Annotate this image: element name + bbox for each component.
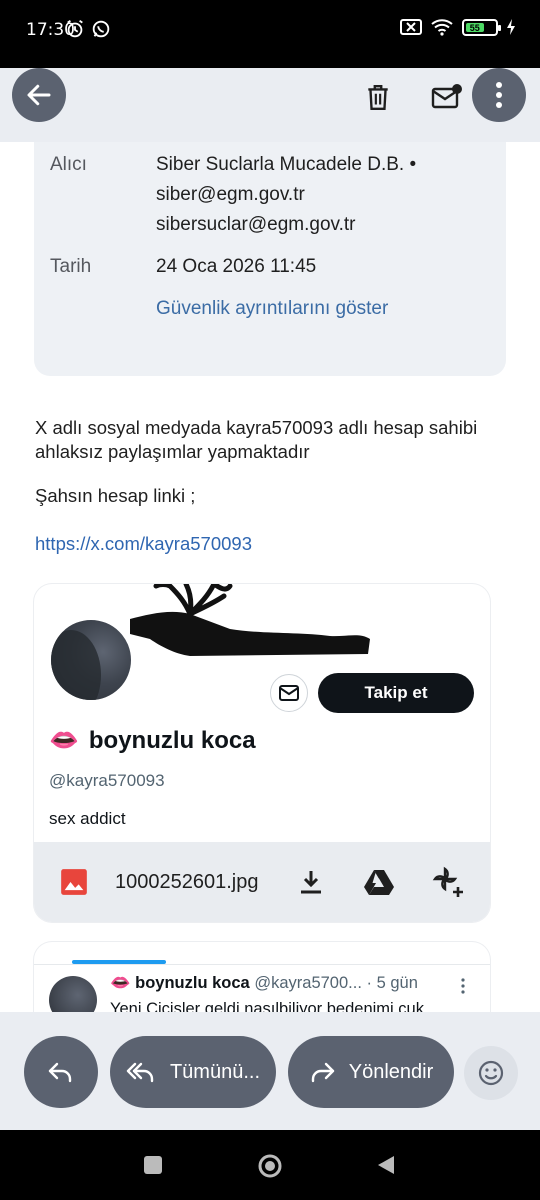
home-button[interactable] — [256, 1154, 284, 1182]
mark-unread-button[interactable] — [430, 80, 464, 114]
alarm-icon — [67, 19, 83, 38]
forward-icon — [311, 1062, 334, 1083]
no-sim-icon — [400, 19, 422, 35]
email-toolbar — [0, 68, 540, 142]
back-nav-button[interactable] — [374, 1154, 396, 1176]
save-to-drive-button[interactable] — [361, 864, 397, 900]
email-content[interactable]: Alıcı Siber Suclarla Mucadele D.B. • sib… — [0, 142, 540, 1012]
add-to-photos-button[interactable] — [430, 864, 466, 900]
tweet-more-icon[interactable] — [460, 978, 466, 994]
reply-action-bar: Tümünü... Yönlendir — [0, 1012, 540, 1130]
charging-icon — [507, 19, 515, 35]
forward-label: Yönlendir — [348, 1060, 434, 1083]
more-options-button[interactable] — [472, 68, 526, 122]
image-icon — [61, 869, 87, 895]
status-bar: 17:30 55 — [0, 0, 540, 68]
tweet-handle: @kayra5700... — [254, 974, 362, 992]
attachment-bar[interactable]: 1000252601.jpg — [34, 842, 490, 922]
attachment-filename: 1000252601.jpg — [115, 871, 259, 893]
trash-icon — [368, 85, 388, 111]
profile-handle: @kayra570093 — [49, 771, 165, 790]
more-vert-icon — [496, 82, 502, 108]
delete-button[interactable] — [361, 80, 395, 114]
download-icon — [301, 871, 321, 894]
recipient-email-2: sibersuclar@egm.gov.tr — [156, 214, 356, 235]
reply-all-icon — [126, 1062, 154, 1083]
back-button[interactable] — [12, 68, 66, 122]
tweet-avatar — [49, 976, 97, 1012]
profile-name: 👄 boynuzlu koca — [49, 726, 256, 755]
profile-display-name: boynuzlu koca — [88, 726, 256, 754]
tab-separator — [34, 964, 490, 965]
system-nav-bar — [0, 1130, 540, 1200]
body-line-3: Şahsın hesap linki ; — [35, 485, 196, 506]
lips-emoji: 👄 — [49, 727, 79, 754]
date-value: 24 Oca 2026 11:45 — [156, 256, 317, 277]
security-details-link[interactable]: Güvenlik ayrıntılarını göster — [156, 298, 388, 320]
deer-banner-image — [130, 584, 370, 656]
recipient-email-1: siber@egm.gov.tr — [156, 184, 305, 205]
recents-button[interactable] — [142, 1154, 164, 1176]
email-details-card: Alıcı Siber Suclarla Mucadele D.B. • sib… — [34, 142, 506, 376]
recipient-label: Alıcı — [50, 154, 87, 175]
reply-button[interactable] — [24, 1036, 98, 1108]
pinwheel-icon — [432, 866, 463, 897]
emoji-reaction-button[interactable] — [464, 1046, 518, 1100]
x-profile-card[interactable]: Takip et 👄 boynuzlu koca @kayra570093 se… — [34, 584, 490, 922]
whatsapp-icon — [92, 20, 110, 38]
profile-bio: sex addict — [49, 809, 126, 828]
tweet-author: boynuzlu koca — [135, 974, 250, 992]
reply-all-label: Tümünü... — [169, 1060, 261, 1083]
arrow-left-icon — [27, 84, 51, 106]
drive-icon — [364, 870, 394, 895]
follow-button[interactable]: Takip et — [318, 673, 474, 713]
wifi-icon — [431, 19, 453, 36]
tweet-header: 👄 boynuzlu koca @kayra5700... · 5 gün — [110, 974, 418, 993]
tweet-text: Yeni Cicisler geldi nasılbiliyor bedenim… — [110, 1000, 424, 1012]
recipient-name: Siber Suclarla Mucadele D.B. • — [156, 154, 417, 175]
download-button[interactable] — [293, 864, 329, 900]
forward-button[interactable]: Yönlendir — [288, 1036, 454, 1108]
tweet-age: · 5 gün — [366, 974, 418, 992]
reply-all-button[interactable]: Tümünü... — [110, 1036, 276, 1108]
mail-unread-icon — [431, 84, 462, 109]
message-button[interactable] — [270, 674, 308, 712]
battery-indicator: 55 — [462, 18, 501, 36]
reply-icon — [48, 1062, 72, 1083]
body-line-1: X adlı sosyal medyada kayra570093 adlı h… — [35, 417, 478, 438]
tweet-emoji: 👄 — [110, 974, 131, 992]
profile-url-link[interactable]: https://x.com/kayra570093 — [35, 532, 252, 556]
body-line-2: ahlaksız paylaşımlar yapmaktadır — [35, 441, 310, 462]
smiley-icon — [478, 1060, 504, 1086]
date-label: Tarih — [50, 256, 92, 277]
mail-icon — [279, 685, 299, 701]
tweet-preview-card[interactable]: 👄 boynuzlu koca @kayra5700... · 5 gün Ye… — [34, 942, 490, 1012]
profile-avatar — [49, 618, 133, 702]
